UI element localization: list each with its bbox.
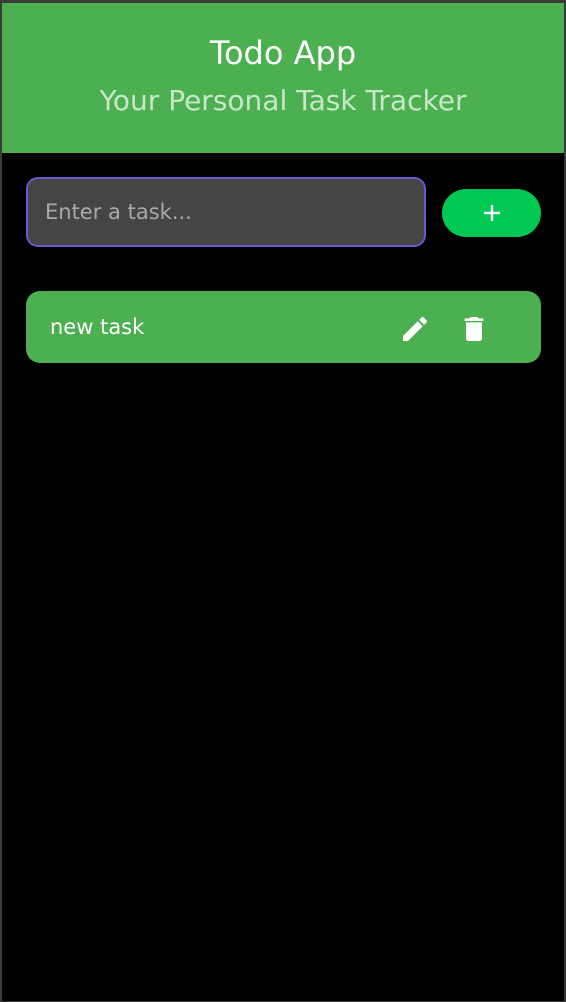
task-text: new task [50, 315, 145, 339]
task-input[interactable] [26, 177, 426, 247]
delete-task-button[interactable] [454, 307, 494, 347]
pencil-icon [403, 316, 428, 341]
trash-icon [464, 317, 484, 341]
app-title: Todo App [209, 34, 357, 72]
app-window: Todo App Your Personal Task Tracker new … [0, 0, 566, 1002]
task-list: new task [26, 291, 541, 363]
edit-task-button[interactable] [395, 307, 435, 347]
app-header: Todo App Your Personal Task Tracker [2, 3, 564, 153]
app-subtitle: Your Personal Task Tracker [99, 84, 467, 117]
task-item: new task [26, 291, 541, 363]
plus-icon [483, 205, 500, 221]
add-task-button[interactable] [442, 189, 541, 237]
